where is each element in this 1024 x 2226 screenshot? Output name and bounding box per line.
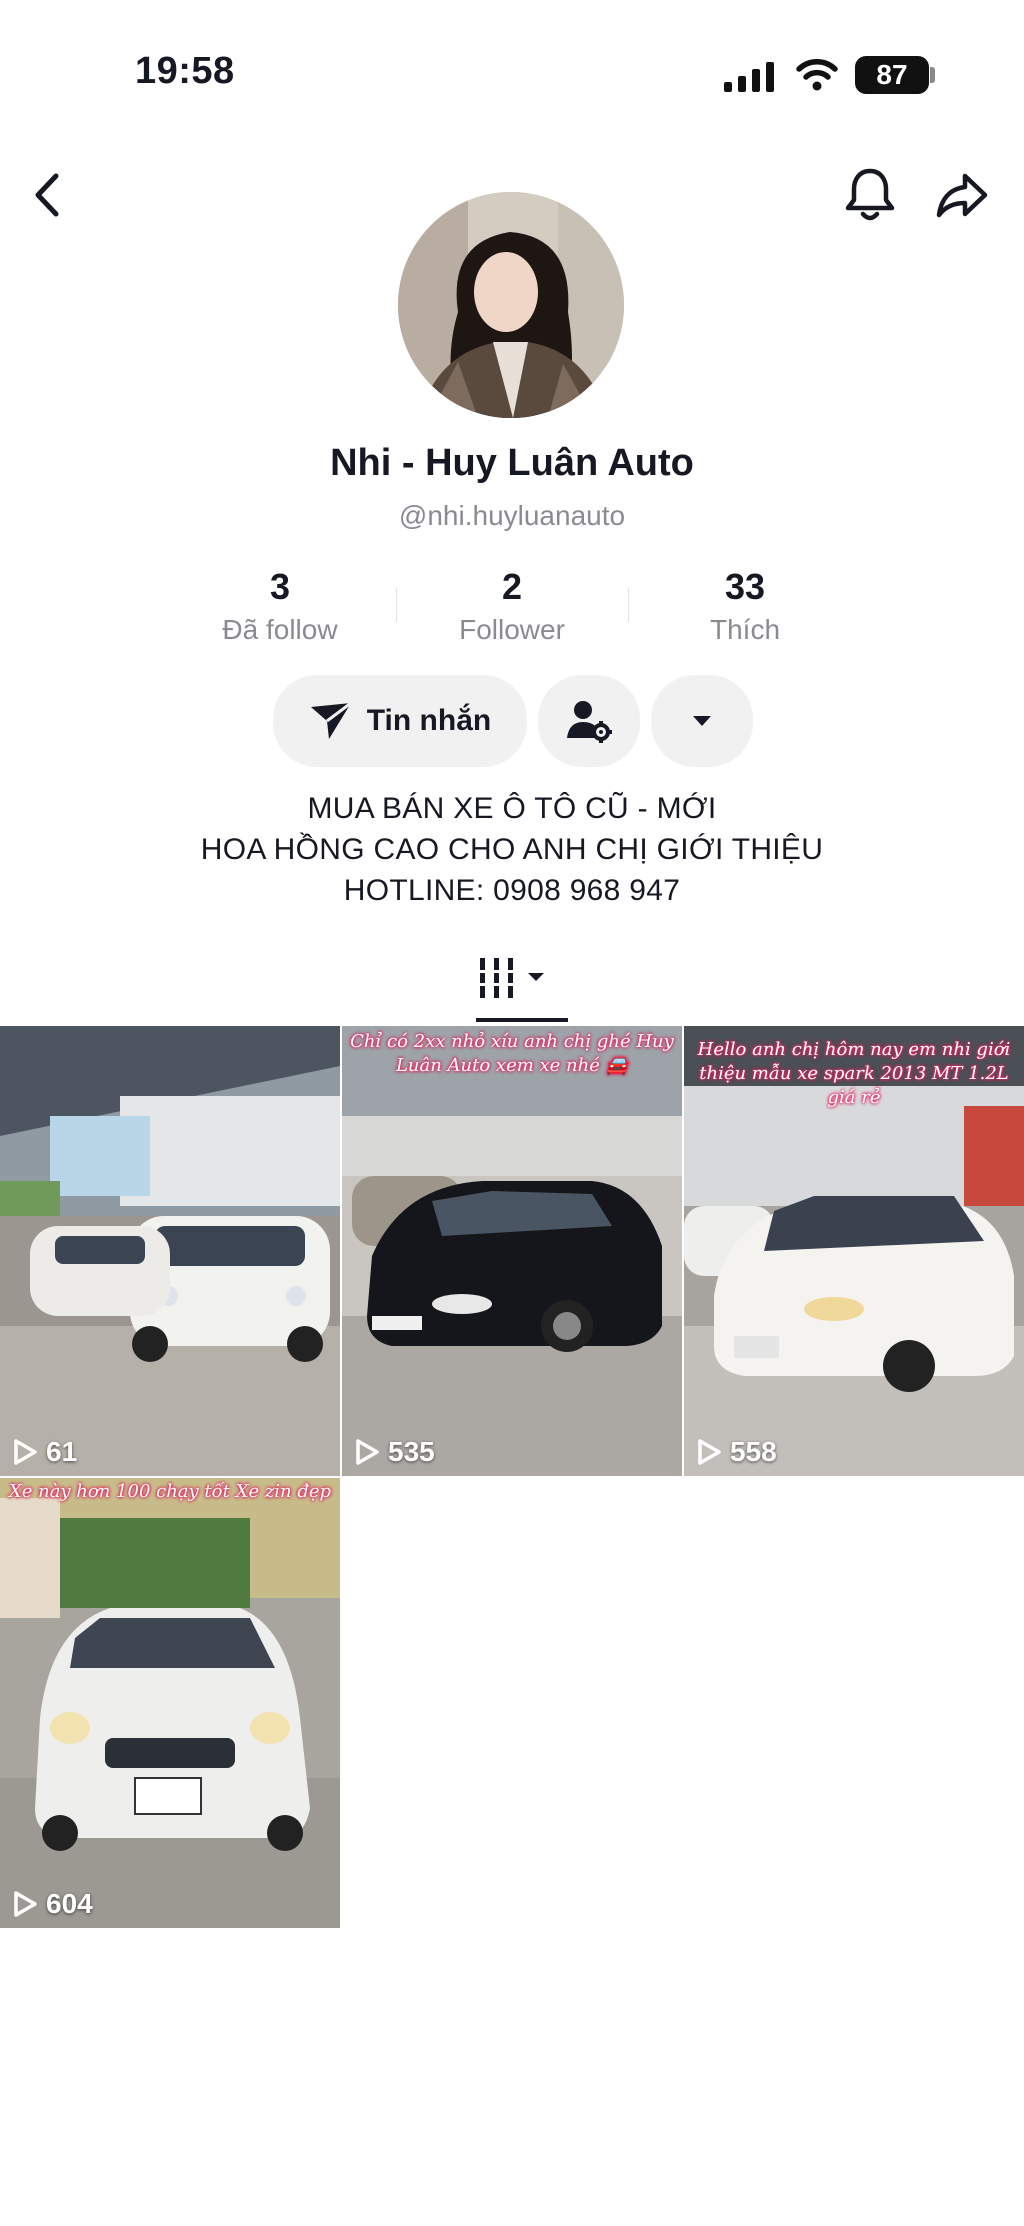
video-thumbnail[interactable]: 61 bbox=[0, 1026, 340, 1476]
stat-likes: 33 Thích bbox=[645, 566, 845, 646]
following-label: Đã follow bbox=[222, 614, 338, 645]
cellular-signal-icon bbox=[724, 62, 774, 92]
view-count: 558 bbox=[696, 1436, 777, 1468]
video-caption: Chỉ có 2xx nhỏ xíu anh chị ghé Huy Luân … bbox=[350, 1031, 674, 1076]
send-icon bbox=[310, 701, 352, 739]
view-count-value: 558 bbox=[730, 1436, 777, 1467]
followers-label: Follower bbox=[459, 614, 565, 645]
battery-tip bbox=[930, 67, 935, 83]
view-count-value: 604 bbox=[46, 1888, 93, 1919]
play-icon bbox=[698, 1439, 721, 1465]
bio-line: HOA HỒNG CAO CHO ANH CHỊ GIỚI THIỆU bbox=[200, 833, 824, 866]
wifi-icon bbox=[796, 59, 838, 91]
car-image bbox=[367, 1181, 662, 1352]
stat-divider bbox=[396, 588, 397, 622]
following-count: 3 bbox=[269, 566, 291, 607]
video-thumbnail[interactable]: Xe này hơn 100 chạy tốt Xe zin đẹp 604 bbox=[0, 1478, 340, 1928]
likes-count: 33 bbox=[724, 566, 766, 607]
play-icon bbox=[14, 1891, 37, 1917]
display-name: Nhi - Huy Luân Auto bbox=[330, 442, 694, 484]
profile-settings-button[interactable] bbox=[538, 675, 640, 767]
tab-active-indicator bbox=[476, 1018, 568, 1022]
bio-line: MUA BÁN XE Ô TÔ CŨ - MỚI bbox=[307, 792, 717, 825]
video-thumbnail[interactable]: Chỉ có 2xx nhỏ xíu anh chị ghé Huy Luân … bbox=[342, 1026, 682, 1476]
bio-line: HOTLINE: 0908 968 947 bbox=[343, 874, 681, 907]
back-icon[interactable] bbox=[30, 170, 66, 220]
view-count: 535 bbox=[354, 1436, 435, 1468]
car-image bbox=[714, 1196, 1014, 1392]
message-button[interactable]: Tin nhắn bbox=[273, 675, 527, 767]
share-icon[interactable] bbox=[935, 168, 989, 222]
avatar[interactable] bbox=[398, 192, 624, 418]
username-handle: @nhi.huyluanauto bbox=[398, 500, 626, 531]
car-image bbox=[35, 1608, 310, 1851]
bell-icon[interactable] bbox=[843, 166, 897, 224]
likes-label: Thích bbox=[709, 614, 781, 645]
video-thumbnail[interactable]: Hello anh chị hôm nay em nhi giới thiệu … bbox=[684, 1026, 1024, 1476]
video-caption: Hello anh chị hôm nay em nhi giới thiệu … bbox=[697, 1039, 1011, 1108]
play-icon bbox=[14, 1439, 37, 1465]
status-time: 19:58 bbox=[135, 50, 235, 92]
view-count-value: 61 bbox=[46, 1436, 78, 1467]
view-count: 61 bbox=[12, 1436, 77, 1468]
video-caption: Xe này hơn 100 chạy tốt Xe zin đẹp bbox=[8, 1481, 332, 1502]
view-count-value: 535 bbox=[388, 1436, 435, 1467]
message-button-label: Tin nhắn bbox=[366, 704, 492, 737]
stat-following[interactable]: 3 Đã follow bbox=[180, 566, 380, 646]
person-gear-icon bbox=[567, 701, 612, 743]
more-dropdown-button[interactable] bbox=[651, 675, 753, 767]
stat-followers[interactable]: 2 Follower bbox=[412, 566, 612, 646]
play-icon bbox=[356, 1439, 379, 1465]
videos-grid-tab-icon[interactable] bbox=[478, 956, 548, 1000]
caret-down-icon bbox=[693, 716, 711, 726]
view-count: 604 bbox=[12, 1888, 93, 1920]
followers-count: 2 bbox=[501, 566, 523, 607]
battery-indicator: 87 bbox=[855, 56, 929, 94]
stat-divider bbox=[628, 588, 629, 622]
